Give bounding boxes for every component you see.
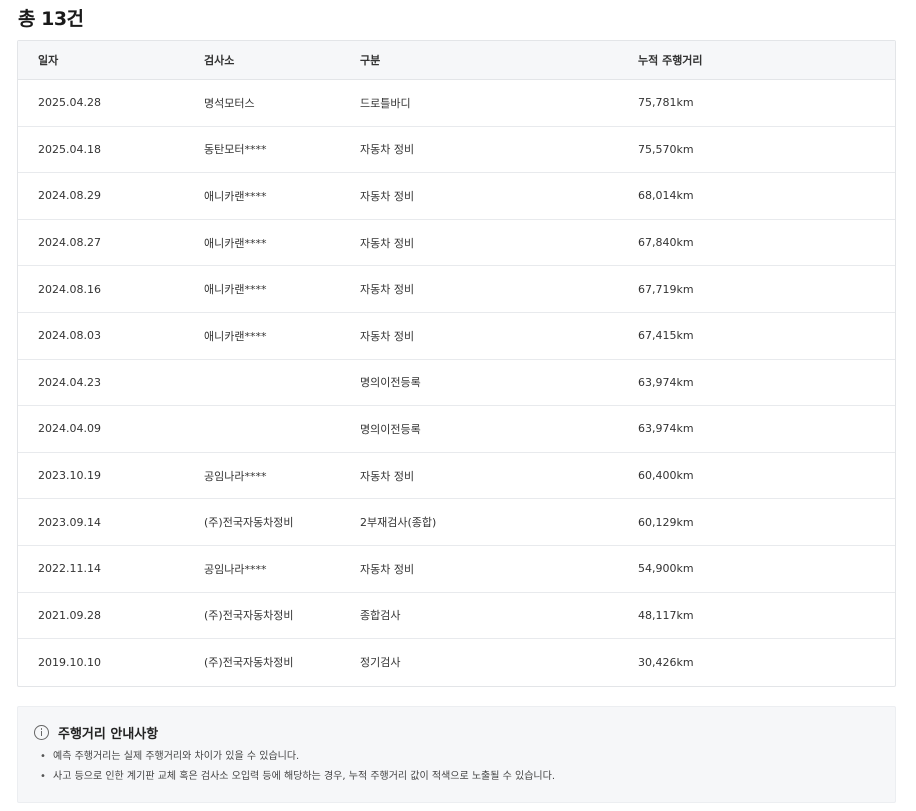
row-mileage: 60,400km bbox=[638, 469, 694, 483]
row-date: 2024.04.09 bbox=[38, 422, 101, 436]
notice-item: • 사고 등으로 인한 계기판 교체 혹은 검사소 오입력 등에 해당하는 경우… bbox=[40, 770, 555, 790]
row-category: 자동차 정비 bbox=[360, 329, 415, 343]
row-mileage: 67,719km bbox=[638, 282, 694, 296]
row-date: 2023.09.14 bbox=[38, 515, 101, 529]
row-mileage: 60,129km bbox=[638, 515, 694, 529]
notice-item: • 예측 주행거리는 실제 주행거리와 차이가 있을 수 있습니다. bbox=[40, 750, 555, 770]
table-body: 2025.04.28 명석모터스 드로틀바디 75,781km 2025.04.18 동탄… bbox=[18, 80, 895, 686]
row-category: 자동차 정비 bbox=[360, 283, 415, 297]
header-date: 일자 bbox=[38, 54, 59, 67]
row-date: 2024.08.29 bbox=[38, 189, 101, 203]
row-inspection-center: 애니카랜**** bbox=[204, 329, 267, 343]
row-inspection-center: (주)전국자동차정비 bbox=[204, 656, 294, 670]
row-date: 2024.08.16 bbox=[38, 282, 101, 296]
row-category: 종합검사 bbox=[360, 609, 401, 623]
row-category: 명의이전등록 bbox=[360, 376, 421, 390]
table-header: 일자 검사소 구분 누적 주행거리 bbox=[18, 41, 895, 80]
row-category: 자동차 정비 bbox=[360, 236, 415, 250]
row-category: 명의이전등록 bbox=[360, 422, 421, 436]
table-row: 2025.04.28 명석모터스 드로틀바디 75,781km bbox=[18, 80, 895, 127]
row-mileage: 48,117km bbox=[638, 608, 694, 622]
notice-text: 사고 등으로 인한 계기판 교체 혹은 검사소 오입력 등에 해당하는 경우, … bbox=[53, 771, 555, 782]
table-row: 2024.08.16 애니카랜**** 자동차 정비 67,719km bbox=[18, 266, 895, 313]
row-date: 2025.04.28 bbox=[38, 96, 101, 110]
header-category: 구분 bbox=[360, 54, 381, 67]
row-date: 2021.09.28 bbox=[38, 608, 101, 622]
row-mileage: 63,974km bbox=[638, 375, 694, 389]
info-icon bbox=[34, 725, 49, 740]
table-row: 2024.08.03 애니카랜**** 자동차 정비 67,415km bbox=[18, 313, 895, 360]
row-mileage: 30,426km bbox=[638, 655, 694, 669]
notice-title: 주행거리 안내사항 bbox=[58, 727, 159, 742]
row-category: 정기검사 bbox=[360, 656, 401, 670]
row-inspection-center: (주)전국자동차정비 bbox=[204, 516, 294, 530]
row-category: 2부재검사(종합) bbox=[360, 516, 437, 530]
row-mileage: 67,840km bbox=[638, 236, 694, 250]
row-category: 자동차 정비 bbox=[360, 189, 415, 203]
row-date: 2025.04.18 bbox=[38, 142, 101, 156]
bullet: • bbox=[40, 751, 46, 762]
row-date: 2022.11.14 bbox=[38, 562, 101, 576]
mileage-notice: 주행거리 안내사항 • 예측 주행거리는 실제 주행거리와 차이가 있을 수 있… bbox=[17, 706, 896, 803]
row-inspection-center: (주)전국자동차정비 bbox=[204, 609, 294, 623]
row-mileage: 63,974km bbox=[638, 422, 694, 436]
notice-header: 주행거리 안내사항 bbox=[34, 723, 158, 742]
table-row: 2024.04.09 명의이전등록 63,974km bbox=[18, 406, 895, 453]
notice-text: 예측 주행거리는 실제 주행거리와 차이가 있을 수 있습니다. bbox=[53, 751, 300, 762]
row-category: 자동차 정비 bbox=[360, 469, 415, 483]
total-count: 총 13건 bbox=[18, 8, 84, 30]
notice-list: • 예측 주행거리는 실제 주행거리와 차이가 있을 수 있습니다. • 사고 … bbox=[40, 750, 555, 790]
row-inspection-center: 애니카랜**** bbox=[204, 283, 267, 297]
table-row: 2024.04.23 명의이전등록 63,974km bbox=[18, 360, 895, 407]
table-row: 2023.10.19 공임나라**** 자동차 정비 60,400km bbox=[18, 453, 895, 500]
row-inspection-center: 공임나라**** bbox=[204, 469, 267, 483]
row-category: 드로틀바디 bbox=[360, 96, 411, 110]
row-inspection-center: 공임나라**** bbox=[204, 562, 267, 576]
row-mileage: 54,900km bbox=[638, 562, 694, 576]
bullet: • bbox=[40, 771, 46, 782]
row-inspection-center: 명석모터스 bbox=[204, 96, 255, 110]
row-inspection-center: 애니카랜**** bbox=[204, 189, 267, 203]
table-row: 2024.08.27 애니카랜**** 자동차 정비 67,840km bbox=[18, 220, 895, 267]
row-date: 2019.10.10 bbox=[38, 655, 101, 669]
row-category: 자동차 정비 bbox=[360, 562, 415, 576]
table-row: 2025.04.18 동탄모터**** 자동차 정비 75,570km bbox=[18, 127, 895, 174]
row-mileage: 75,570km bbox=[638, 142, 694, 156]
row-mileage: 75,781km bbox=[638, 96, 694, 110]
row-date: 2024.04.23 bbox=[38, 375, 101, 389]
row-category: 자동차 정비 bbox=[360, 143, 415, 157]
row-mileage: 67,415km bbox=[638, 329, 694, 343]
row-mileage: 68,014km bbox=[638, 189, 694, 203]
row-inspection-center: 애니카랜**** bbox=[204, 236, 267, 250]
mileage-history-table: 일자 검사소 구분 누적 주행거리 2025.04.28 명석모터스 드로틀바디 75… bbox=[17, 40, 896, 687]
table-row: 2021.09.28 (주)전국자동차정비 종합검사 48,117km bbox=[18, 593, 895, 640]
header-inspection-center: 검사소 bbox=[204, 54, 235, 67]
row-inspection-center: 동탄모터**** bbox=[204, 143, 267, 157]
row-date: 2023.10.19 bbox=[38, 469, 101, 483]
row-date: 2024.08.03 bbox=[38, 329, 101, 343]
header-mileage: 누적 주행거리 bbox=[638, 54, 703, 67]
table-row: 2024.08.29 애니카랜**** 자동차 정비 68,014km bbox=[18, 173, 895, 220]
table-row: 2023.09.14 (주)전국자동차정비 2부재검사(종합) 60,129km bbox=[18, 499, 895, 546]
table-row: 2022.11.14 공임나라**** 자동차 정비 54,900km bbox=[18, 546, 895, 593]
table-row: 2019.10.10 (주)전국자동차정비 정기검사 30,426km bbox=[18, 639, 895, 686]
row-date: 2024.08.27 bbox=[38, 236, 101, 250]
